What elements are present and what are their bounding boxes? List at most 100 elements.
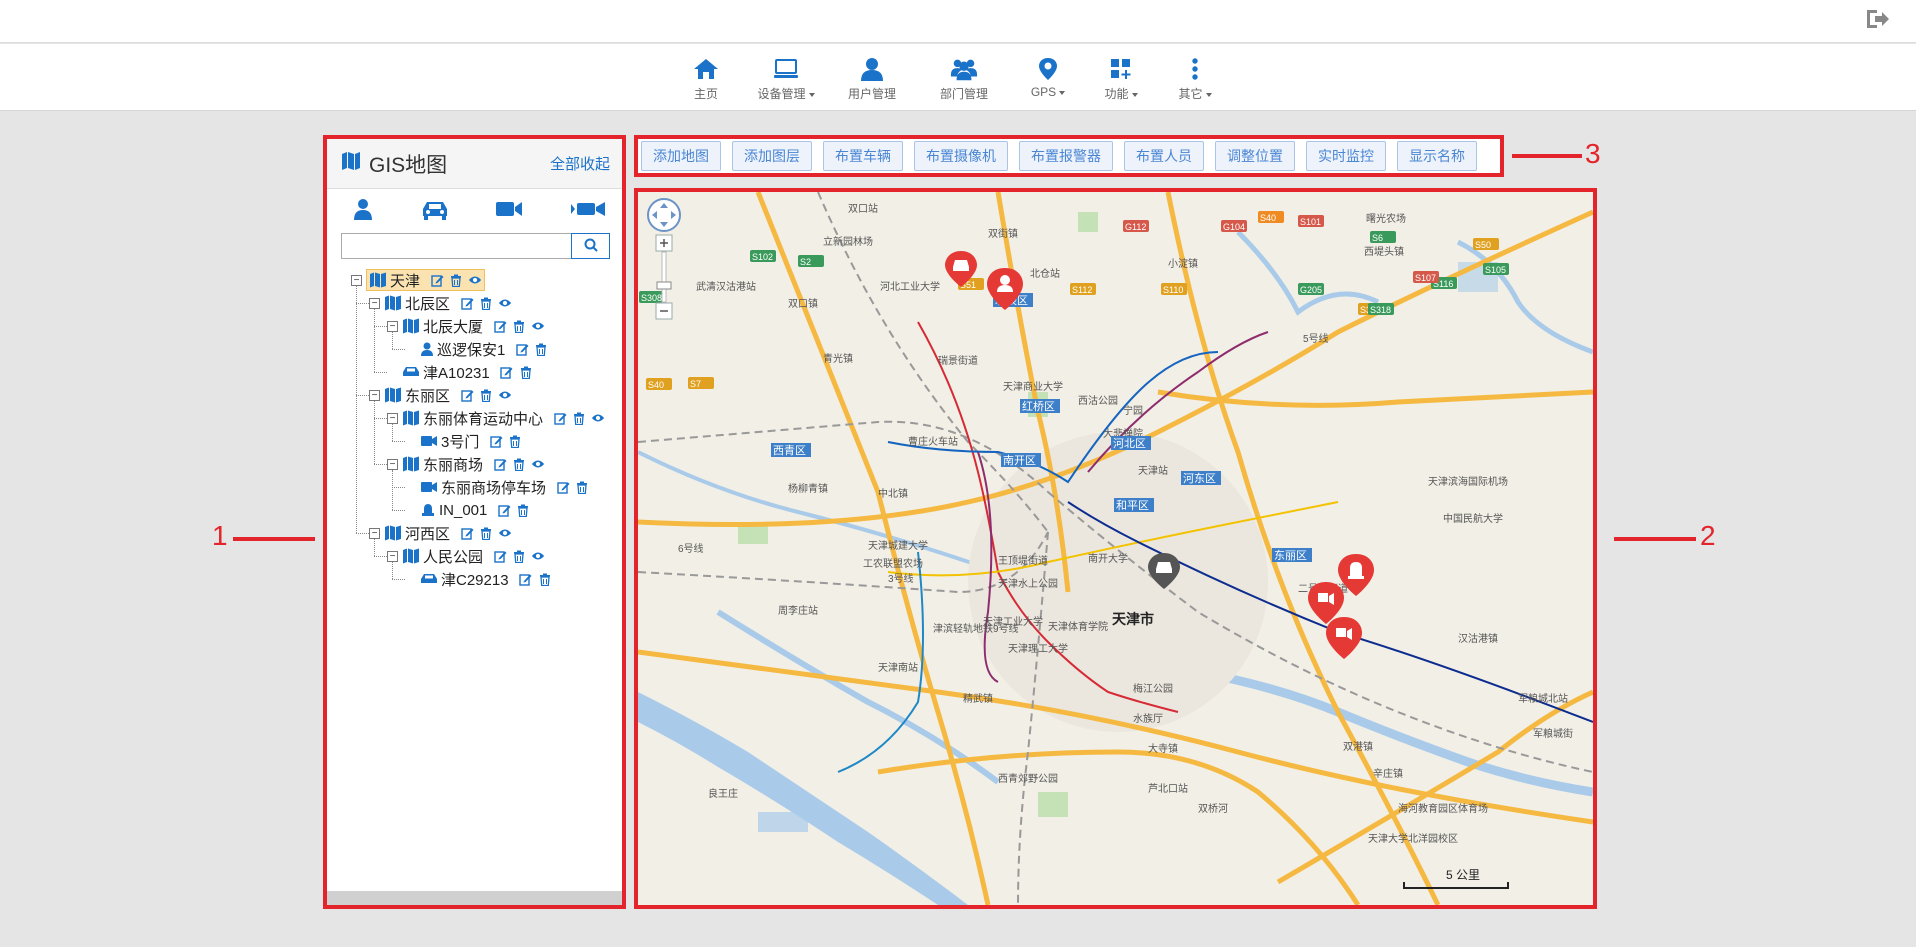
tree-node-label[interactable]: 津C29213 <box>441 569 509 590</box>
tree-node[interactable]: 津A10231 <box>387 361 533 383</box>
tree-toggle-icon[interactable]: − <box>387 412 398 424</box>
tree-toggle-icon[interactable]: − <box>369 527 380 539</box>
trash-icon[interactable] <box>575 480 589 494</box>
edit-icon[interactable] <box>556 480 570 494</box>
nav-item-features[interactable]: 功能 <box>1101 44 1141 111</box>
tree-node[interactable]: − 北辰区 <box>369 292 512 314</box>
add-map-button[interactable]: 添加地图 <box>641 141 721 171</box>
tree-node-label[interactable]: 北辰大厦 <box>423 316 483 337</box>
logout-icon[interactable] <box>1864 6 1890 32</box>
tree-node[interactable]: 3号门 <box>405 430 522 452</box>
search-button[interactable] <box>571 233 610 259</box>
trash-icon[interactable] <box>538 572 552 586</box>
edit-icon[interactable] <box>493 319 507 333</box>
trash-icon[interactable] <box>512 319 526 333</box>
zoom-out-button[interactable] <box>655 302 673 320</box>
tree-node-label[interactable]: 津A10231 <box>423 362 490 383</box>
tree-node-label[interactable]: 东丽商场 <box>423 454 483 475</box>
tree-node-label[interactable]: 天津 <box>390 270 420 291</box>
trash-icon[interactable] <box>519 365 533 379</box>
tree-node[interactable]: − 天津 <box>351 269 486 291</box>
zoom-slider[interactable] <box>661 251 667 303</box>
tree-node[interactable]: 东丽商场停车场 <box>405 476 589 498</box>
tree-toggle-icon[interactable]: − <box>351 274 362 286</box>
tree-node-label[interactable]: 北辰区 <box>405 293 450 314</box>
collapse-all-link[interactable]: 全部收起 <box>550 153 610 174</box>
add-layer-button[interactable]: 添加图层 <box>732 141 812 171</box>
edit-icon[interactable] <box>515 342 529 356</box>
trash-icon[interactable] <box>479 388 493 402</box>
trash-icon[interactable] <box>534 342 548 356</box>
tree-node-label[interactable]: 东丽商场停车场 <box>441 477 546 498</box>
trash-icon[interactable] <box>516 503 530 517</box>
edit-icon[interactable] <box>460 296 474 310</box>
edit-icon[interactable] <box>460 526 474 540</box>
place-personnel-button[interactable]: 布置人员 <box>1124 141 1204 171</box>
edit-icon[interactable] <box>500 365 514 379</box>
horizontal-scrollbar[interactable] <box>327 891 622 905</box>
edit-icon[interactable] <box>489 434 503 448</box>
nav-item-home[interactable]: 主页 <box>684 44 728 111</box>
edit-icon[interactable] <box>430 273 444 287</box>
tree-toggle-icon[interactable]: − <box>387 320 398 332</box>
eye-icon[interactable] <box>498 388 512 402</box>
tree-node[interactable]: − 东丽区 <box>369 384 512 406</box>
place-alarm-button[interactable]: 布置报警器 <box>1019 141 1113 171</box>
tree-node[interactable]: 巡逻保安1 <box>405 338 548 360</box>
edit-icon[interactable] <box>493 457 507 471</box>
tree-node[interactable]: − 河西区 <box>369 522 512 544</box>
map-pan-control[interactable] <box>647 198 681 232</box>
user-icon[interactable] <box>352 198 374 225</box>
car-icon[interactable] <box>421 198 449 225</box>
edit-icon[interactable] <box>497 503 511 517</box>
trash-icon[interactable] <box>512 549 526 563</box>
nav-item-other[interactable]: 其它 <box>1175 44 1215 111</box>
edit-icon[interactable] <box>553 411 567 425</box>
nav-item-device-management[interactable]: 设备管理 <box>755 44 817 111</box>
live-monitor-button[interactable]: 实时监控 <box>1306 141 1386 171</box>
adjust-position-button[interactable]: 调整位置 <box>1215 141 1295 171</box>
tree-node[interactable]: − 人民公园 <box>387 545 545 567</box>
tree-node[interactable]: 津C29213 <box>405 568 552 590</box>
edit-icon[interactable] <box>519 572 533 586</box>
nav-item-gps[interactable]: GPS <box>1028 44 1068 111</box>
map-canvas[interactable]: 双口站立新园林场 双街镇北仓站 小淀镇 曙光农场西堤头镇武清汉沽港站 河北工业大学双口镇… <box>638 192 1593 905</box>
tree-node[interactable]: − 北辰大厦 <box>387 315 545 337</box>
zoom-slider-handle[interactable] <box>656 281 672 290</box>
tree-node-label[interactable]: 巡逻保安1 <box>437 339 505 360</box>
search-input[interactable] <box>341 233 571 259</box>
trash-icon[interactable] <box>512 457 526 471</box>
zoom-in-button[interactable] <box>655 234 673 252</box>
tree-node-label[interactable]: IN_001 <box>439 502 487 519</box>
eye-icon[interactable] <box>531 549 545 563</box>
nav-item-department-management[interactable]: 部门管理 <box>938 44 990 111</box>
camera-marker[interactable] <box>1326 617 1362 659</box>
place-vehicle-button[interactable]: 布置车辆 <box>823 141 903 171</box>
place-camera-button[interactable]: 布置摄像机 <box>914 141 1008 171</box>
tree-toggle-icon[interactable]: − <box>369 389 380 401</box>
tree-node-label[interactable]: 东丽区 <box>405 385 450 406</box>
eye-icon[interactable] <box>591 411 605 425</box>
tree-toggle-icon[interactable]: − <box>387 550 398 562</box>
trash-icon[interactable] <box>479 296 493 310</box>
tree-node[interactable]: − 东丽体育运动中心 <box>387 407 605 429</box>
trash-icon[interactable] <box>479 526 493 540</box>
trash-icon[interactable] <box>449 273 463 287</box>
eye-icon[interactable] <box>468 273 482 287</box>
tree-node-label[interactable]: 人民公园 <box>423 546 483 567</box>
eye-icon[interactable] <box>498 526 512 540</box>
tree-toggle-icon[interactable]: − <box>369 297 380 309</box>
video-camera-icon[interactable] <box>495 198 523 225</box>
tree-toggle-icon[interactable]: − <box>387 458 398 470</box>
trash-icon[interactable] <box>572 411 586 425</box>
gis-map[interactable]: 双口站 立新园林场 双街镇 北仓站 小淀镇 曙光农场 西堤头镇 武清汉沽港站 河北工业大学 双口镇… <box>634 188 1597 909</box>
edit-icon[interactable] <box>493 549 507 563</box>
nav-item-user-management[interactable]: 用户管理 <box>846 44 898 111</box>
eye-icon[interactable] <box>531 457 545 471</box>
tree-node[interactable]: − 东丽商场 <box>387 453 545 475</box>
edit-icon[interactable] <box>460 388 474 402</box>
tree-node-label[interactable]: 3号门 <box>441 431 479 452</box>
cctv-icon[interactable] <box>570 198 606 225</box>
tree-node[interactable]: IN_001 <box>405 499 530 521</box>
eye-icon[interactable] <box>498 296 512 310</box>
